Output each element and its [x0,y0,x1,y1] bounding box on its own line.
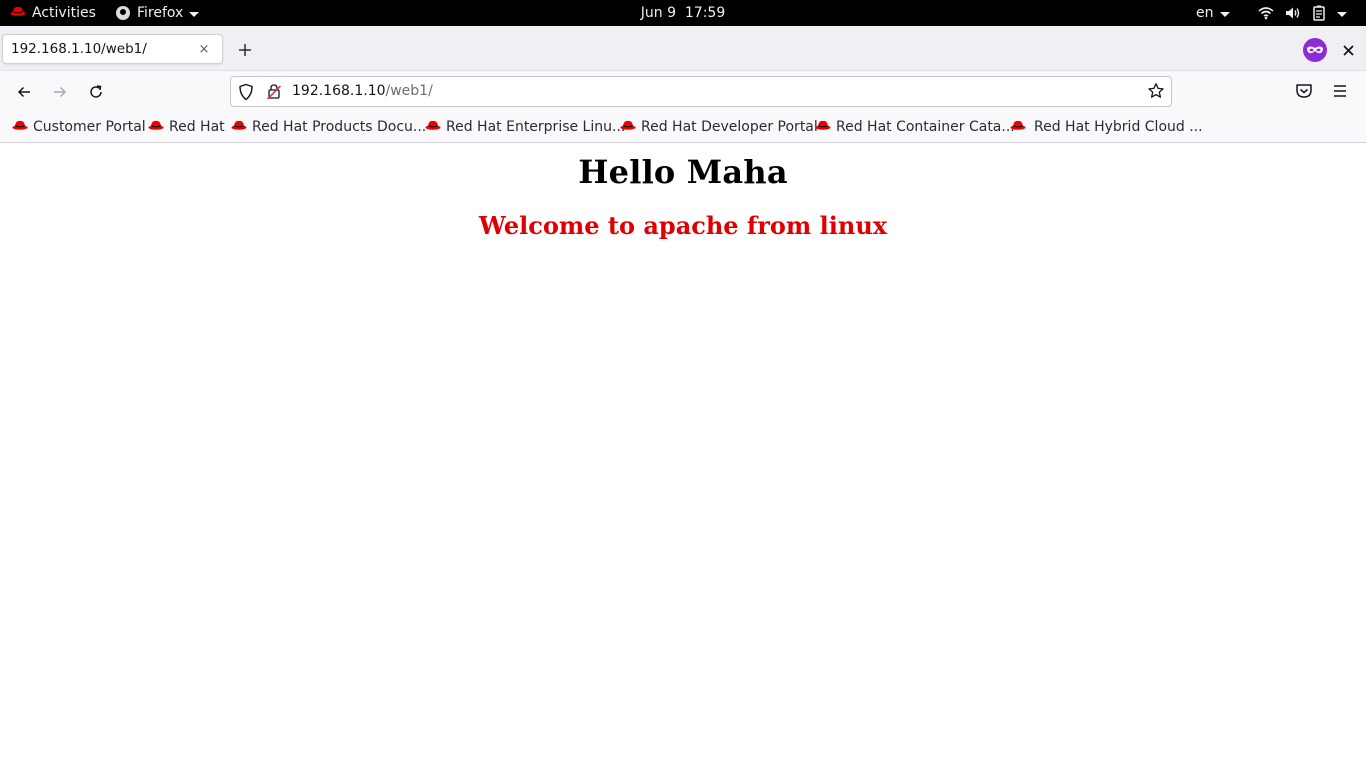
redhat-favicon-icon [815,119,831,135]
private-browsing-icon [1303,38,1327,62]
bookmark-item[interactable]: Customer Portal [12,117,146,137]
chevron-down-icon [1337,11,1347,17]
app-menu-firefox[interactable]: Firefox [116,0,200,26]
bookmark-label: Red Hat Products Docu... [252,119,427,135]
chevron-down-icon [1219,11,1230,17]
bookmark-label: Red Hat Container Cata... [836,119,1015,135]
url-host: 192.168.1.10 [292,83,386,99]
bookmark-item[interactable]: Red Hat Hybrid Cloud ... [1010,117,1203,137]
tab-strip: 192.168.1.10/web1/ × [0,26,1366,70]
forward-button[interactable] [46,79,74,105]
bookmark-label: Red Hat Enterprise Linu... [446,119,626,135]
url-path: /web1/ [385,83,433,99]
url-bar[interactable]: 192.168.1.10/web1/ [230,76,1172,107]
chevron-down-icon [189,11,200,17]
bookmark-label: Red Hat Hybrid Cloud ... [1034,119,1203,135]
redhat-favicon-icon [425,119,441,135]
reload-button[interactable] [82,79,110,105]
redhat-logo-icon [10,5,26,21]
bookmark-item[interactable]: Red Hat Developer Portal [620,117,818,137]
back-arrow-icon [17,86,30,98]
clock-container: Jun 9 17:59 [0,0,1366,26]
battery-icon [1312,5,1326,21]
page-subheading: Welcome to apache from linux [478,211,888,240]
forward-arrow-icon [54,86,67,98]
redhat-favicon-icon [620,119,636,135]
clock[interactable]: Jun 9 17:59 [641,5,725,21]
language-label: en [1196,5,1214,21]
bookmark-label: Red Hat [169,119,225,135]
redhat-favicon-icon [148,119,164,135]
volume-icon [1285,6,1301,20]
bookmark-item[interactable]: Red Hat Container Cata... [815,117,1015,137]
close-tab-icon[interactable]: × [196,41,212,57]
language-selector[interactable]: en [1196,0,1230,26]
bookmarks-toolbar: Customer Portal Red Hat Red Hat Products… [0,112,1366,143]
bookmark-item[interactable]: Red Hat Products Docu... [231,117,426,137]
redhat-favicon-icon [1010,119,1026,135]
close-icon [1342,44,1354,56]
system-tray[interactable] [1258,0,1347,26]
activities-button[interactable]: Activities [10,0,96,26]
page-heading: Hello Maha [578,153,788,191]
hamburger-menu-icon [1334,85,1346,97]
firefox-icon [116,6,130,20]
redhat-favicon-icon [12,119,28,135]
gnome-top-bar: Activities Firefox Jun 9 17:59 en [0,0,1366,26]
page-content: Hello Maha Welcome to apache from linux [0,144,1366,768]
tab-active[interactable]: 192.168.1.10/web1/ × [2,34,223,64]
tab-title: 192.168.1.10/web1/ [11,41,147,57]
bookmark-label: Red Hat Developer Portal [641,119,818,135]
bookmark-star-icon[interactable] [1147,82,1165,104]
redhat-favicon-icon [231,119,247,135]
bookmark-item[interactable]: Red Hat [148,117,225,137]
new-tab-button[interactable] [233,38,257,62]
activities-label: Activities [32,5,96,21]
plus-icon [239,44,251,56]
app-menu-button[interactable] [1330,81,1350,105]
window-close-button[interactable] [1338,38,1358,62]
back-button[interactable] [10,79,38,105]
insecure-connection-icon[interactable] [266,83,282,105]
pocket-button[interactable] [1294,81,1314,105]
bookmark-item[interactable]: Red Hat Enterprise Linu... [425,117,625,137]
reload-icon [90,85,102,98]
app-menu-label: Firefox [137,5,184,21]
url-text[interactable]: 192.168.1.10/web1/ [292,83,433,99]
pocket-icon [1296,84,1312,98]
wifi-icon [1258,6,1274,20]
tracking-protection-shield-icon[interactable] [238,83,254,105]
navigation-toolbar: 192.168.1.10/web1/ [0,70,1366,112]
bookmark-label: Customer Portal [33,119,146,135]
